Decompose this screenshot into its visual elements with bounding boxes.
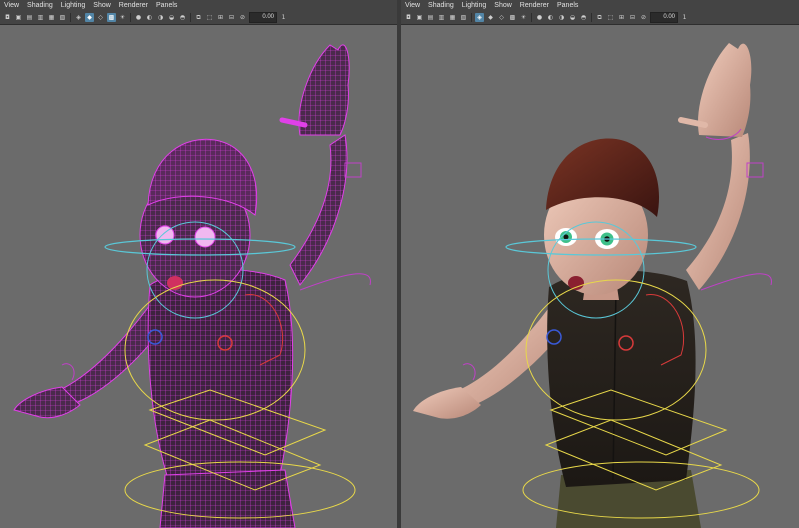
xray-joints-icon[interactable]: ⊞ bbox=[216, 13, 225, 22]
ambient-occlusion-icon[interactable]: ◐ bbox=[546, 13, 555, 22]
xray-icon[interactable]: ⬚ bbox=[606, 13, 615, 22]
exposure-field[interactable]: 0.00 bbox=[650, 12, 678, 23]
textured-icon[interactable]: ▩ bbox=[107, 13, 116, 22]
image-plane-icon[interactable]: ▥ bbox=[36, 13, 45, 22]
smooth-shade-icon[interactable]: ◆ bbox=[486, 13, 495, 22]
film-gate-icon[interactable]: ▧ bbox=[459, 13, 468, 22]
smooth-shade-icon[interactable]: ◆ bbox=[85, 13, 94, 22]
anti-alias-icon[interactable]: ◒ bbox=[568, 13, 577, 22]
menu-shading[interactable]: Shading bbox=[424, 0, 458, 11]
wireframe-on-shaded-icon[interactable]: ◇ bbox=[497, 13, 506, 22]
menu-show[interactable]: Show bbox=[490, 0, 516, 11]
toolbar-separator bbox=[591, 13, 592, 22]
panel-menubar: View Shading Lighting Show Renderer Pane… bbox=[401, 0, 799, 11]
textured-icon[interactable]: ▩ bbox=[508, 13, 517, 22]
depth-of-field-icon[interactable]: ◓ bbox=[178, 13, 187, 22]
grid-icon[interactable]: ▦ bbox=[47, 13, 56, 22]
toolbar-separator bbox=[130, 13, 131, 22]
trailing-label: 1 bbox=[682, 14, 687, 21]
character-shaded-render bbox=[413, 43, 772, 528]
menu-view[interactable]: View bbox=[0, 0, 23, 11]
toolbar-separator bbox=[70, 13, 71, 22]
menu-lighting[interactable]: Lighting bbox=[57, 0, 90, 11]
menu-panels[interactable]: Panels bbox=[553, 0, 582, 11]
bookmark-icon[interactable]: ▤ bbox=[25, 13, 34, 22]
menu-show[interactable]: Show bbox=[89, 0, 115, 11]
backface-cull-icon[interactable]: ⊟ bbox=[227, 13, 236, 22]
backface-cull-icon[interactable]: ⊟ bbox=[628, 13, 637, 22]
menu-view[interactable]: View bbox=[401, 0, 424, 11]
ambient-occlusion-icon[interactable]: ◐ bbox=[145, 13, 154, 22]
xray-joints-icon[interactable]: ⊞ bbox=[617, 13, 626, 22]
shadows-icon[interactable]: ● bbox=[535, 13, 544, 22]
motion-blur-icon[interactable]: ◑ bbox=[156, 13, 165, 22]
trailing-label: 1 bbox=[281, 14, 286, 21]
wireframe-on-shaded-icon[interactable]: ◇ bbox=[96, 13, 105, 22]
toolbar-separator bbox=[531, 13, 532, 22]
menu-renderer[interactable]: Renderer bbox=[516, 0, 553, 11]
toolbar-separator bbox=[190, 13, 191, 22]
wireframe-icon[interactable]: ◈ bbox=[475, 13, 484, 22]
shadows-icon[interactable]: ● bbox=[134, 13, 143, 22]
bookmark-icon[interactable]: ▤ bbox=[426, 13, 435, 22]
gamma-icon[interactable]: ⊘ bbox=[238, 13, 247, 22]
isolate-select-icon[interactable]: ⧉ bbox=[194, 13, 203, 22]
lights-icon[interactable]: ☀ bbox=[519, 13, 528, 22]
3d-viewport-shaded[interactable] bbox=[401, 25, 799, 528]
exposure-field[interactable]: 0.00 bbox=[249, 12, 277, 23]
panel-toolbar: ◘ ▣ ▤ ▥ ▦ ▧ ◈ ◆ ◇ ▩ ☀ ● ◐ ◑ ◒ ◓ ⧉ ⬚ ⊞ ⊟ … bbox=[0, 11, 397, 25]
anti-alias-icon[interactable]: ◒ bbox=[167, 13, 176, 22]
wireframe-icon[interactable]: ◈ bbox=[74, 13, 83, 22]
grid-icon[interactable]: ▦ bbox=[448, 13, 457, 22]
panel-toolbar: ◘ ▣ ▤ ▥ ▦ ▧ ◈ ◆ ◇ ▩ ☀ ● ◐ ◑ ◒ ◓ ⧉ ⬚ ⊞ ⊟ … bbox=[401, 11, 799, 25]
viewport-panel-right[interactable]: View Shading Lighting Show Renderer Pane… bbox=[401, 0, 799, 528]
lights-icon[interactable]: ☀ bbox=[118, 13, 127, 22]
xray-icon[interactable]: ⬚ bbox=[205, 13, 214, 22]
3d-viewport-wireframe[interactable] bbox=[0, 25, 397, 528]
menu-lighting[interactable]: Lighting bbox=[458, 0, 491, 11]
camera-attributes-icon[interactable]: ▣ bbox=[415, 13, 424, 22]
menu-shading[interactable]: Shading bbox=[23, 0, 57, 11]
select-camera-icon[interactable]: ◘ bbox=[3, 13, 12, 22]
character-wireframe-render bbox=[13, 44, 371, 528]
menu-renderer[interactable]: Renderer bbox=[115, 0, 152, 11]
film-gate-icon[interactable]: ▧ bbox=[58, 13, 67, 22]
toolbar-separator bbox=[471, 13, 472, 22]
viewport-panel-left[interactable]: View Shading Lighting Show Renderer Pane… bbox=[0, 0, 397, 528]
menu-panels[interactable]: Panels bbox=[152, 0, 181, 11]
select-camera-icon[interactable]: ◘ bbox=[404, 13, 413, 22]
gamma-icon[interactable]: ⊘ bbox=[639, 13, 648, 22]
motion-blur-icon[interactable]: ◑ bbox=[557, 13, 566, 22]
panel-menubar: View Shading Lighting Show Renderer Pane… bbox=[0, 0, 397, 11]
image-plane-icon[interactable]: ▥ bbox=[437, 13, 446, 22]
isolate-select-icon[interactable]: ⧉ bbox=[595, 13, 604, 22]
depth-of-field-icon[interactable]: ◓ bbox=[579, 13, 588, 22]
camera-attributes-icon[interactable]: ▣ bbox=[14, 13, 23, 22]
